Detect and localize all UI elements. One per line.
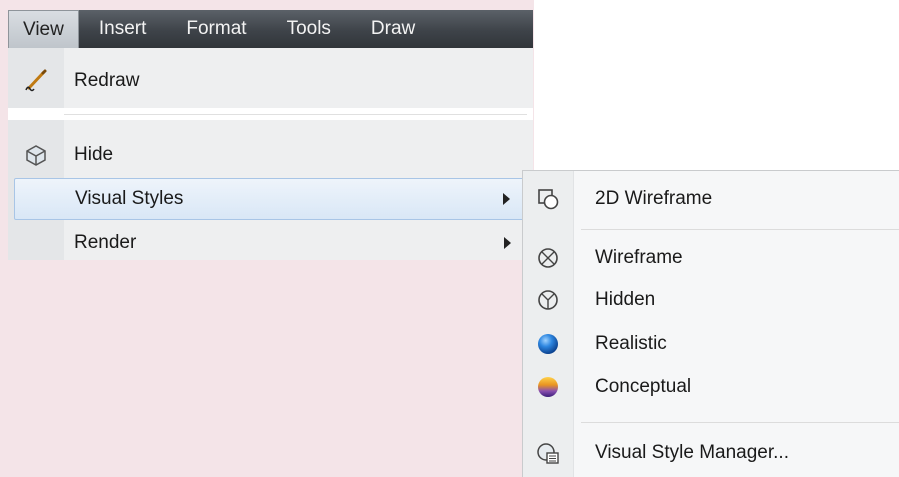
wireframe-sphere-icon	[523, 236, 573, 280]
submenu-arrow-icon	[503, 193, 510, 205]
visual-style-manager-icon	[523, 431, 573, 475]
submenu-item-2d-wireframe[interactable]: 2D Wireframe	[523, 177, 899, 221]
submenu-item-realistic[interactable]: Realistic	[523, 322, 899, 366]
submenu-separator	[581, 229, 899, 230]
menu-item-hide[interactable]: Hide	[8, 134, 531, 176]
submenu-item-hidden-label: Hidden	[595, 289, 656, 310]
realistic-sphere-icon	[523, 322, 573, 366]
menu-view[interactable]: View	[8, 10, 79, 48]
submenu-item-visual-style-manager[interactable]: Visual Style Manager...	[523, 431, 899, 475]
submenu-item-wireframe-label: Wireframe	[595, 247, 683, 268]
conceptual-sphere-icon	[523, 365, 573, 409]
submenu-item-wireframe[interactable]: Wireframe	[523, 236, 899, 280]
view-menu-dropdown: Redraw Hide Visual Styles Render	[8, 48, 533, 260]
menu-item-visual-styles-label: Visual Styles	[75, 188, 184, 209]
menu-insert[interactable]: Insert	[79, 10, 167, 48]
submenu-arrow-icon	[504, 237, 511, 249]
visual-styles-submenu: 2D Wireframe Wireframe Hidden Realistic …	[522, 170, 899, 477]
menu-item-render[interactable]: Render	[8, 222, 531, 264]
submenu-item-conceptual[interactable]: Conceptual	[523, 365, 899, 409]
submenu-item-hidden[interactable]: Hidden	[523, 278, 899, 322]
menu-item-redraw-label: Redraw	[74, 70, 140, 91]
menu-item-redraw[interactable]: Redraw	[8, 60, 531, 102]
pencil-icon	[8, 60, 64, 102]
submenu-item-2d-wireframe-label: 2D Wireframe	[595, 188, 713, 209]
menu-bar: View Insert Format Tools Draw	[8, 10, 533, 48]
menu-separator	[8, 108, 533, 120]
menu-item-render-label: Render	[74, 232, 137, 253]
submenu-separator	[581, 422, 899, 423]
2d-wireframe-icon	[523, 177, 573, 221]
menu-item-visual-styles[interactable]: Visual Styles	[14, 178, 531, 220]
hidden-sphere-icon	[523, 278, 573, 322]
submenu-item-visual-style-manager-label: Visual Style Manager...	[595, 442, 789, 463]
submenu-item-realistic-label: Realistic	[595, 333, 667, 354]
menu-format[interactable]: Format	[166, 10, 266, 48]
menu-tools[interactable]: Tools	[267, 10, 351, 48]
menu-draw[interactable]: Draw	[351, 10, 435, 48]
submenu-item-conceptual-label: Conceptual	[595, 376, 692, 397]
menu-item-hide-label: Hide	[74, 144, 114, 165]
box-hide-icon	[8, 134, 64, 176]
